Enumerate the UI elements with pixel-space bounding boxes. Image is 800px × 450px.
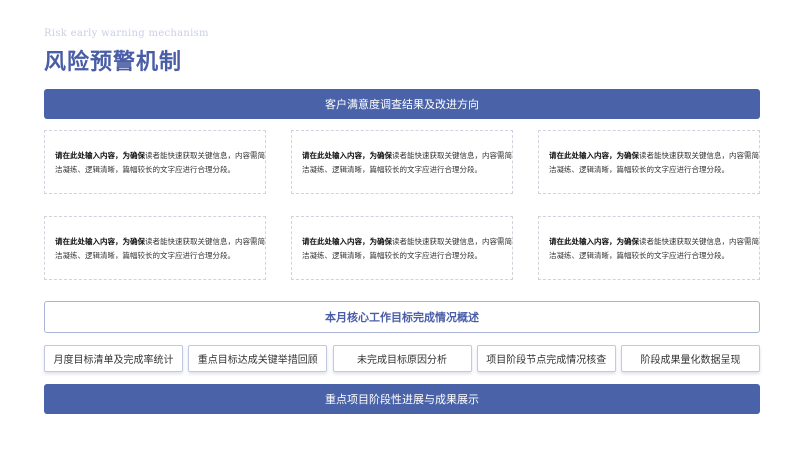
tag-monthly-goals: 月度目标清单及完成率统计 <box>44 345 183 372</box>
banner-top: 客户满意度调查结果及改进方向 <box>44 89 760 119</box>
tag-key-measures: 重点目标达成关键举措回顾 <box>188 345 328 372</box>
card-bold-text: 请在此处输入内容，为确保 <box>302 151 392 160</box>
tag-row: 月度目标清单及完成率统计 重点目标达成关键举措回顾 未完成目标原因分析 项目阶段… <box>44 345 760 372</box>
tag-milestone-check: 项目阶段节点完成情况核查 <box>476 345 616 372</box>
card-bold-text: 请在此处输入内容，为确保 <box>302 237 392 246</box>
banner-bottom: 重点项目阶段性进展与成果展示 <box>44 384 760 414</box>
summary-banner: 本月核心工作目标完成情况概述 <box>44 301 760 333</box>
card-bold-text: 请在此处输入内容，为确保 <box>55 151 145 160</box>
card-bold-text: 请在此处输入内容，为确保 <box>549 237 639 246</box>
card-bold-text: 请在此处输入内容，为确保 <box>549 151 639 160</box>
text-card-3: 请在此处输入内容，为确保读者能快速获取关键信息，内容需简洁凝练、逻辑清晰，篇幅较… <box>538 130 760 194</box>
text-card-4: 请在此处输入内容，为确保读者能快速获取关键信息，内容需简洁凝练、逻辑清晰，篇幅较… <box>44 216 266 280</box>
card-bold-text: 请在此处输入内容，为确保 <box>55 237 145 246</box>
text-card-2: 请在此处输入内容，为确保读者能快速获取关键信息，内容需简洁凝练、逻辑清晰，篇幅较… <box>291 130 513 194</box>
tag-quantified-results: 阶段成果量化数据呈现 <box>621 345 760 372</box>
text-card-1: 请在此处输入内容，为确保读者能快速获取关键信息，内容需简洁凝练、逻辑清晰，篇幅较… <box>44 130 266 194</box>
text-card-5: 请在此处输入内容，为确保读者能快速获取关键信息，内容需简洁凝练、逻辑清晰，篇幅较… <box>291 216 513 280</box>
page-title: 风险预警机制 <box>44 50 183 75</box>
text-card-6: 请在此处输入内容，为确保读者能快速获取关键信息，内容需简洁凝练、逻辑清晰，篇幅较… <box>538 216 760 280</box>
subtitle-en: Risk early warning mechanism <box>44 28 209 39</box>
tag-unmet-reasons: 未完成目标原因分析 <box>332 345 472 372</box>
